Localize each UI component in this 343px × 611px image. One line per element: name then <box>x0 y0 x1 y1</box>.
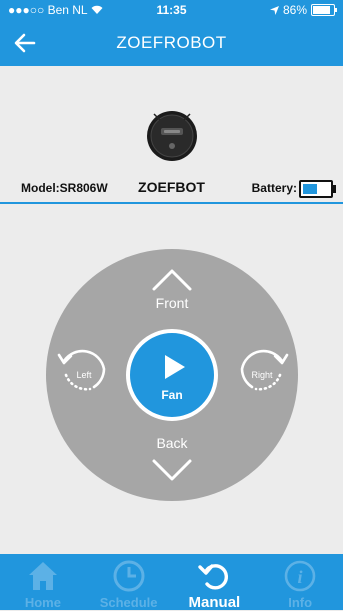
device-header: Model:SR806W ZOEFBOT Battery: <box>0 66 343 202</box>
control-area: Front Left Fan Right Back <box>0 204 343 554</box>
back-button[interactable]: Back <box>142 429 202 493</box>
rotate-left-icon <box>57 349 106 391</box>
chevron-down-icon <box>152 459 192 481</box>
house-icon <box>28 562 57 590</box>
direction-pad: Front Left Fan Right Back <box>46 249 298 501</box>
left-button[interactable]: Left <box>56 339 112 399</box>
svg-text:i: i <box>298 567 303 587</box>
battery-percent: 86% <box>282 3 307 17</box>
front-button[interactable]: Front <box>142 255 202 315</box>
tab-info[interactable]: i Info <box>257 554 343 610</box>
tab-manual[interactable]: Manual <box>172 554 258 611</box>
play-icon <box>165 355 185 379</box>
right-button[interactable]: Right <box>234 339 290 399</box>
left-label: Left <box>76 370 92 380</box>
system-battery: 86% <box>269 3 337 17</box>
right-label: Right <box>251 370 273 380</box>
tab-bar: Home Schedule Manual i Info <box>0 554 343 611</box>
chevron-up-icon <box>152 269 192 291</box>
battery-icon <box>311 4 337 16</box>
battery-label: Battery: <box>251 181 297 195</box>
fan-button[interactable]: Fan <box>126 329 218 421</box>
clock-icon <box>113 560 145 592</box>
info-icon: i <box>284 560 316 592</box>
tab-schedule-label: Schedule <box>99 595 158 610</box>
rotate-right-icon <box>240 349 289 391</box>
page-title: ZOEFROBOT <box>116 33 227 52</box>
status-bar: ●●●○○ Ben NL 11:35 86% <box>0 0 343 20</box>
refresh-icon <box>198 564 229 590</box>
fan-label: Fan <box>161 388 183 402</box>
tab-schedule[interactable]: Schedule <box>86 554 172 610</box>
location-arrow-icon <box>269 5 279 15</box>
tab-home[interactable]: Home <box>0 554 86 610</box>
tab-manual-label: Manual <box>188 594 241 611</box>
robot-vacuum-image <box>147 111 197 161</box>
nav-bar: ZOEFROBOT <box>0 20 343 66</box>
device-battery-icon <box>299 180 336 198</box>
tab-info-label: Info <box>288 595 313 610</box>
front-label: Front <box>155 295 189 311</box>
tab-home-label: Home <box>24 595 61 610</box>
